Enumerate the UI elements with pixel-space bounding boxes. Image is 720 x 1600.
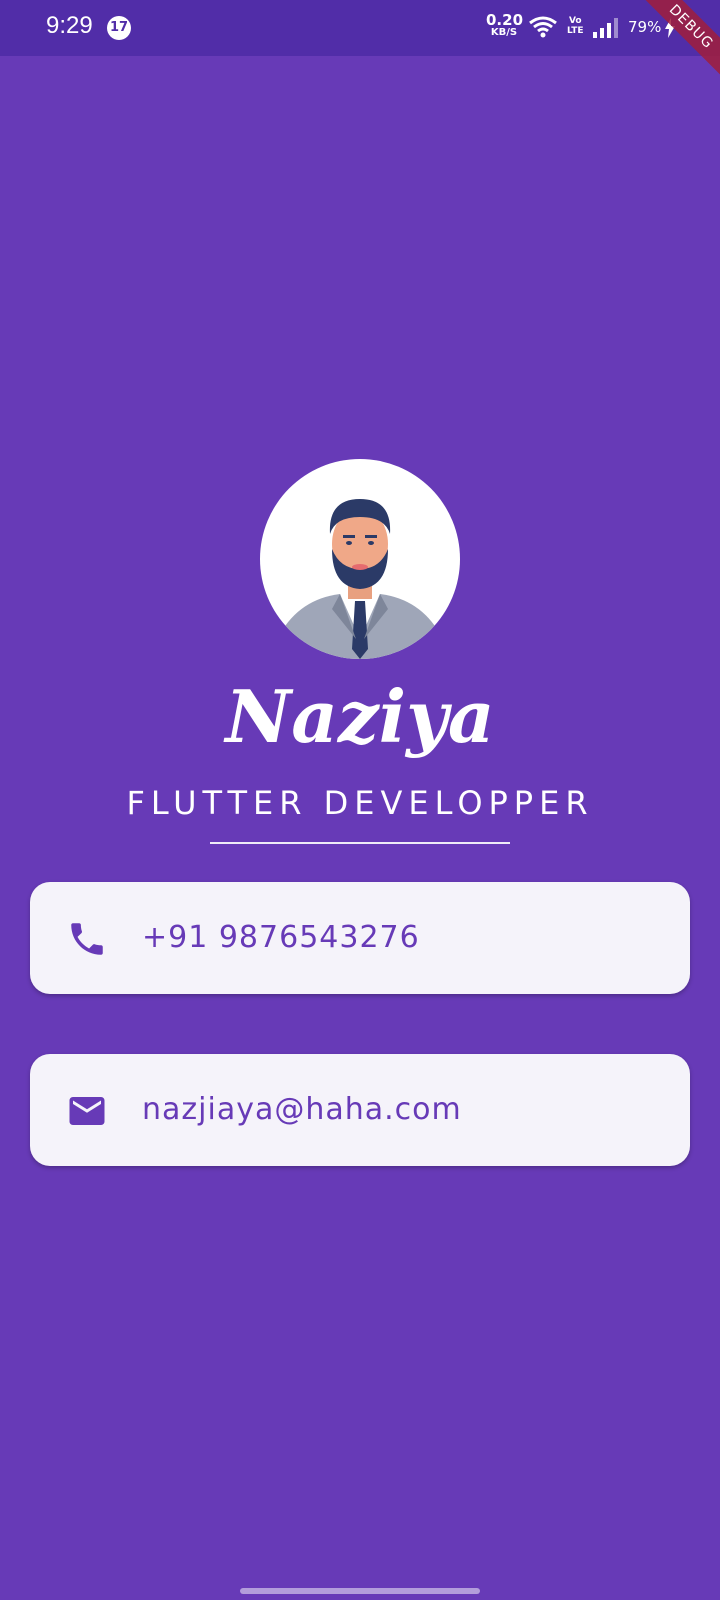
- email-card[interactable]: nazjiaya@haha.com: [30, 1054, 690, 1166]
- status-time: 9:29: [46, 12, 93, 39]
- phone-card[interactable]: +91 9876543276: [30, 882, 690, 994]
- wifi-icon: [529, 16, 557, 38]
- network-speed: 0.20 KB/S: [486, 11, 524, 38]
- network-speed-unit: KB/S: [490, 27, 518, 38]
- battery-level: 79%: [628, 18, 662, 36]
- mail-icon: [69, 1097, 105, 1125]
- home-indicator[interactable]: [240, 1588, 480, 1594]
- phone-number: +91 9876543276: [142, 920, 420, 955]
- network-speed-value: 0.20: [486, 11, 524, 29]
- status-bar: 9:29 17 0.20 KB/S Vo LTE 79%: [0, 0, 720, 56]
- avatar: [260, 459, 460, 659]
- profile-name: Naziya: [225, 674, 495, 759]
- notification-badge: 17: [107, 16, 131, 40]
- profile-title: FLUTTER DEVELOPPER: [126, 784, 594, 822]
- signal-icon: [593, 18, 618, 38]
- divider: [210, 842, 510, 844]
- volte-bottom: LTE: [567, 26, 584, 36]
- volte-icon: Vo LTE: [567, 16, 584, 36]
- phone-icon: [71, 923, 103, 955]
- volte-top: Vo: [568, 16, 582, 26]
- email-address: nazjiaya@haha.com: [142, 1092, 462, 1127]
- person-avatar-icon: [280, 499, 440, 659]
